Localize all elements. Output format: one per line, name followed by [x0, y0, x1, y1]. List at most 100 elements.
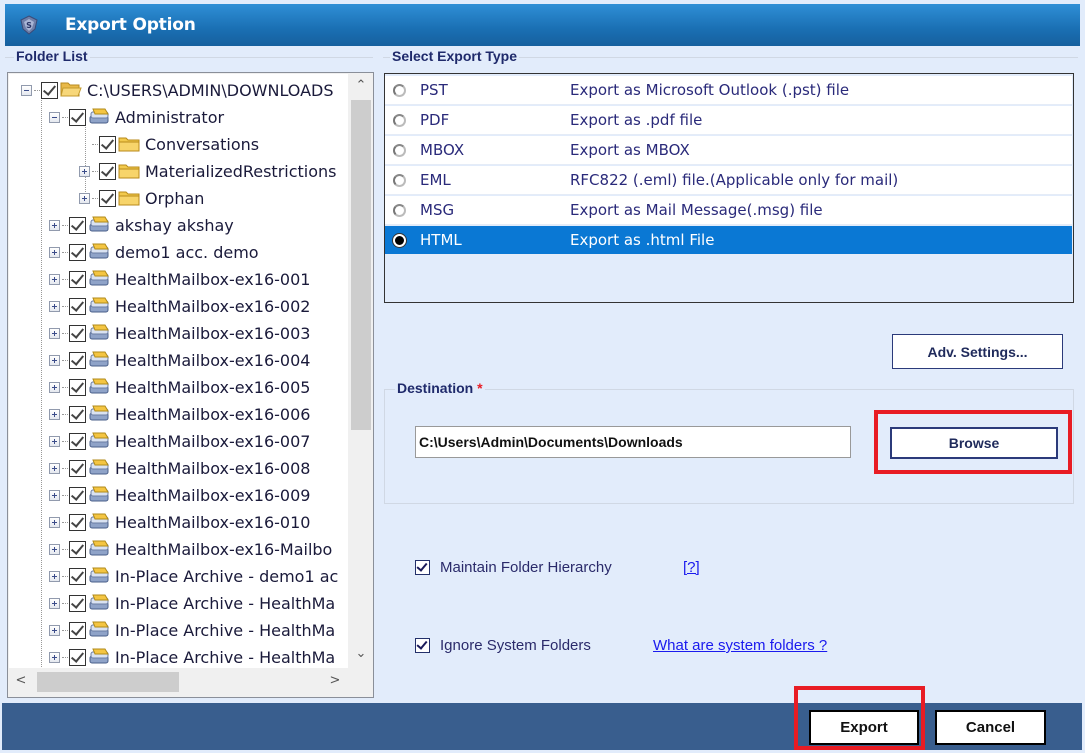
tree-connector	[34, 90, 40, 91]
tree-node[interactable]: In-Place Archive - HealthMa	[49, 644, 335, 668]
tree-checkbox[interactable]	[69, 244, 86, 261]
tree-checkbox[interactable]	[99, 163, 116, 180]
expand-icon[interactable]	[49, 571, 60, 582]
tree-node[interactable]: HealthMailbox-ex16-009	[49, 482, 310, 509]
tree-node[interactable]: HealthMailbox-ex16-Mailbo	[49, 536, 332, 563]
tree-checkbox[interactable]	[69, 595, 86, 612]
expand-icon[interactable]	[49, 598, 60, 609]
radio-button[interactable]	[393, 143, 406, 157]
tree-checkbox[interactable]	[69, 406, 86, 423]
tree-node[interactable]: Administrator	[49, 104, 224, 131]
tree-checkbox[interactable]	[69, 622, 86, 639]
tree-node[interactable]: C:\USERS\ADMIN\DOWNLOADS	[21, 77, 334, 104]
tree-checkbox[interactable]	[69, 487, 86, 504]
tree-node[interactable]: HealthMailbox-ex16-010	[49, 509, 310, 536]
expand-icon[interactable]	[49, 382, 60, 393]
tree-checkbox[interactable]	[69, 433, 86, 450]
tree-checkbox[interactable]	[69, 379, 86, 396]
tree-node[interactable]: MaterializedRestrictions	[79, 158, 337, 185]
tree-node[interactable]: akshay akshay	[49, 212, 234, 239]
tree-node[interactable]: HealthMailbox-ex16-005	[49, 374, 310, 401]
expand-icon[interactable]	[49, 247, 60, 258]
tree-node[interactable]: HealthMailbox-ex16-002	[49, 293, 310, 320]
tree-node[interactable]: HealthMailbox-ex16-006	[49, 401, 310, 428]
export-type-name: EML	[420, 171, 451, 189]
tree-node[interactable]: In-Place Archive - HealthMa	[49, 590, 335, 617]
tree-checkbox[interactable]	[69, 460, 86, 477]
tree-node[interactable]: HealthMailbox-ex16-001	[49, 266, 310, 293]
expand-icon[interactable]	[49, 355, 60, 366]
expand-icon[interactable]	[49, 544, 60, 555]
export-type-option-pdf[interactable]: PDF Export as .pdf file	[385, 106, 1072, 135]
export-type-description: Export as .html File	[570, 231, 715, 249]
tree-node[interactable]: Orphan	[79, 185, 204, 212]
expand-icon[interactable]	[49, 625, 60, 636]
export-type-option-mbox[interactable]: MBOX Export as MBOX	[385, 136, 1072, 165]
tree-node[interactable]: HealthMailbox-ex16-003	[49, 320, 310, 347]
tree-checkbox[interactable]	[69, 325, 86, 342]
export-type-option-msg[interactable]: MSG Export as Mail Message(.msg) file	[385, 196, 1072, 225]
mailbox-icon	[88, 350, 115, 372]
horizontal-scroll-thumb[interactable]	[37, 672, 179, 692]
tree-checkbox[interactable]	[69, 298, 86, 315]
horizontal-scrollbar[interactable]: < >	[9, 669, 348, 696]
tree-node[interactable]: Conversations	[79, 131, 259, 158]
tree-node[interactable]: HealthMailbox-ex16-007	[49, 428, 310, 455]
radio-button[interactable]	[393, 233, 406, 247]
tree-checkbox[interactable]	[69, 541, 86, 558]
expand-icon[interactable]	[49, 436, 60, 447]
tree-checkbox[interactable]	[69, 568, 86, 585]
radio-button[interactable]	[393, 203, 406, 217]
tree-checkbox[interactable]	[69, 352, 86, 369]
tree-checkbox[interactable]	[69, 649, 86, 666]
radio-button[interactable]	[393, 113, 406, 127]
expand-icon[interactable]	[49, 301, 60, 312]
tree-node[interactable]: HealthMailbox-ex16-004	[49, 347, 310, 374]
radio-button[interactable]	[393, 83, 406, 97]
expand-icon[interactable]	[79, 193, 90, 204]
expand-icon[interactable]	[49, 490, 60, 501]
tree-checkbox[interactable]	[69, 514, 86, 531]
expand-icon[interactable]	[49, 220, 60, 231]
vertical-scroll-thumb[interactable]	[351, 100, 371, 430]
folder-tree[interactable]: C:\USERS\ADMIN\DOWNLOADS Administrator Con…	[9, 74, 348, 668]
tree-checkbox[interactable]	[99, 136, 116, 153]
tree-node[interactable]: In-Place Archive - HealthMa	[49, 617, 335, 644]
scroll-up-icon[interactable]: ⌃	[351, 78, 371, 93]
destination-path-input[interactable]	[415, 426, 851, 458]
tree-checkbox[interactable]	[69, 109, 86, 126]
expand-icon[interactable]	[49, 463, 60, 474]
expand-icon[interactable]	[49, 274, 60, 285]
adv-settings-button[interactable]: Adv. Settings...	[892, 334, 1063, 369]
scroll-down-icon[interactable]: ⌄	[351, 646, 371, 661]
radio-button[interactable]	[393, 173, 406, 187]
ignore-system-folders-checkbox[interactable]	[415, 638, 430, 653]
maintain-hierarchy-checkbox[interactable]	[415, 560, 430, 575]
expand-icon[interactable]	[49, 328, 60, 339]
vertical-scrollbar[interactable]: ⌃ ⌄	[348, 74, 373, 668]
scroll-left-icon[interactable]: <	[11, 673, 31, 688]
export-type-option-html[interactable]: HTML Export as .html File	[385, 226, 1072, 255]
tree-checkbox[interactable]	[69, 217, 86, 234]
expand-icon[interactable]	[49, 652, 60, 663]
browse-button[interactable]: Browse	[890, 427, 1058, 459]
tree-checkbox[interactable]	[99, 190, 116, 207]
collapse-icon[interactable]	[49, 112, 60, 123]
collapse-icon[interactable]	[21, 85, 32, 96]
expand-icon[interactable]	[49, 409, 60, 420]
cancel-button[interactable]: Cancel	[935, 710, 1046, 745]
scroll-right-icon[interactable]: >	[325, 673, 345, 688]
tree-node[interactable]: HealthMailbox-ex16-008	[49, 455, 310, 482]
export-type-option-pst[interactable]: PST Export as Microsoft Outlook (.pst) fi…	[385, 76, 1072, 105]
system-folders-help-link[interactable]: What are system folders ?	[653, 637, 827, 654]
tree-checkbox[interactable]	[69, 271, 86, 288]
export-button[interactable]: Export	[809, 710, 919, 745]
tree-checkbox[interactable]	[41, 82, 58, 99]
tree-node[interactable]: In-Place Archive - demo1 ac	[49, 563, 338, 590]
export-type-option-eml[interactable]: EML RFC822 (.eml) file.(Applicable only f…	[385, 166, 1072, 195]
expand-icon[interactable]	[49, 517, 60, 528]
tree-node[interactable]: demo1 acc. demo	[49, 239, 259, 266]
expand-icon[interactable]	[79, 166, 90, 177]
maintain-hierarchy-help-link[interactable]: [?]	[683, 559, 700, 576]
tree-node-label: In-Place Archive - HealthMa	[115, 648, 336, 667]
